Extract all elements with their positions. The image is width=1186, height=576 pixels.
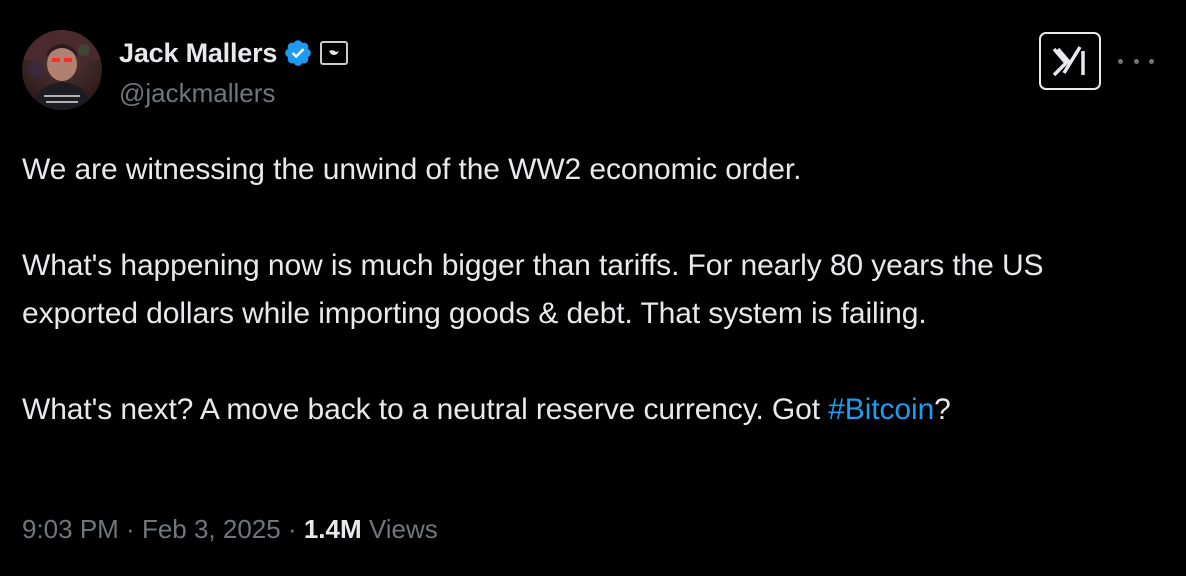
affiliate-badge-icon[interactable] [320, 41, 349, 65]
tweet-paragraph-3: What's next? A move back to a neutral re… [22, 386, 1132, 434]
meta-separator: · [118, 514, 142, 544]
views-count[interactable]: 1.4M [304, 514, 362, 544]
author-handle[interactable]: @jackmallers [119, 78, 348, 109]
author-identity: Jack Mallers @jackmallers [119, 36, 349, 109]
more-dot [1118, 58, 1123, 64]
tweet-meta: 9:03 PM · Feb 3, 2025 · 1.4M Views [22, 514, 438, 545]
tweet-time[interactable]: 9:03 PM [22, 514, 119, 544]
tweet-date[interactable]: Feb 3, 2025 [142, 514, 281, 544]
paragraph-3-prefix: What's next? A move back to a neutral re… [22, 393, 829, 426]
hashtag-link[interactable]: #Bitcoin [828, 393, 934, 426]
paragraph-3-suffix: ? [934, 393, 951, 426]
tweet-card: Jack Mallers @jackmallers We are witness… [0, 0, 1186, 576]
xai-logo-icon[interactable] [1039, 32, 1101, 90]
author-display-name[interactable]: Jack Mallers [119, 38, 277, 69]
more-dot [1133, 58, 1139, 64]
more-dot [1149, 58, 1154, 64]
name-row: Jack Mallers [119, 36, 349, 70]
verified-badge-icon[interactable] [283, 38, 313, 68]
meta-separator: · [280, 514, 304, 544]
tweet-header: Jack Mallers @jackmallers [22, 30, 349, 112]
avatar[interactable] [22, 30, 102, 110]
tweet-text: We are witnessing the unwind of the WW2 … [22, 146, 1132, 434]
tweet-paragraph-2: What's happening now is much bigger than… [22, 249, 1044, 330]
tweet-paragraph-1: We are witnessing the unwind of the WW2 … [22, 153, 802, 186]
views-label: Views [361, 514, 438, 544]
more-options-button[interactable] [1118, 50, 1154, 72]
avatar-image [22, 30, 102, 110]
